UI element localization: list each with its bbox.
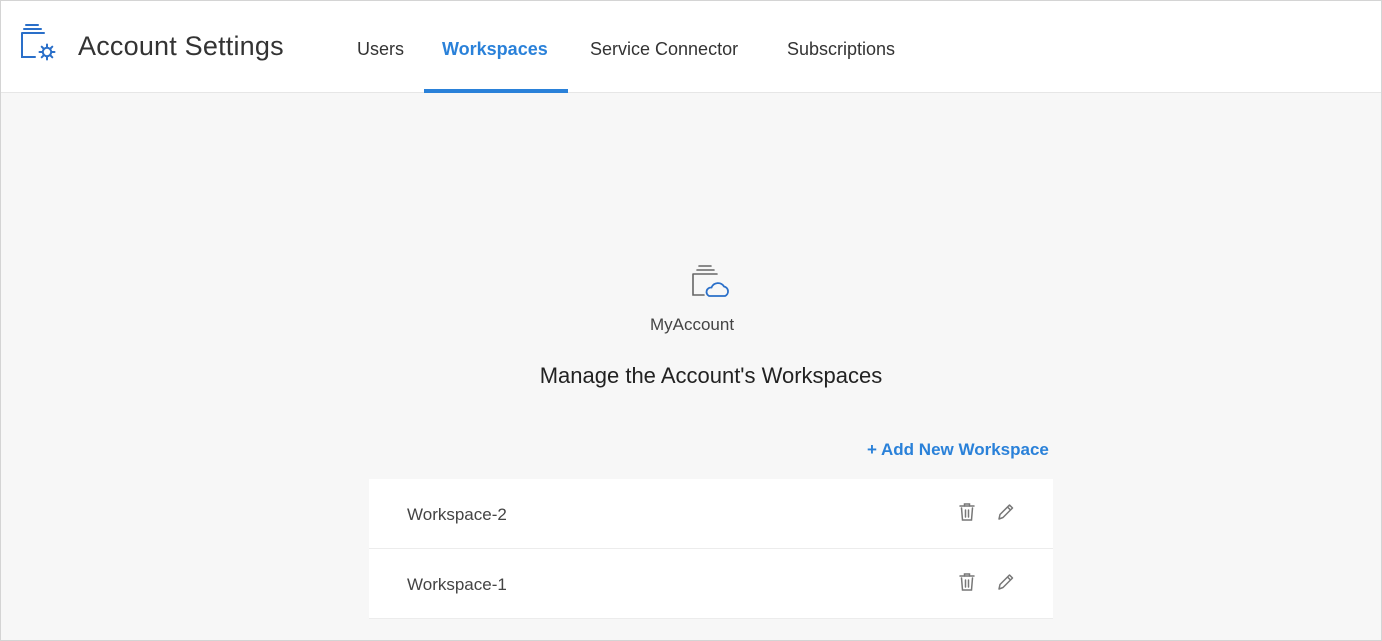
trash-icon[interactable] [957, 501, 977, 523]
trash-icon[interactable] [957, 571, 977, 593]
app-frame: Account Settings Users Workspaces Servic… [0, 0, 1382, 641]
page-title: Account Settings [78, 31, 284, 61]
section-title: Manage the Account's Workspaces [539, 363, 883, 388]
tab-workspaces[interactable]: Workspaces [442, 39, 548, 93]
tab-users[interactable]: Users [357, 39, 404, 93]
workspace-name: Workspace-1 [407, 575, 507, 594]
list-item: Workspace-1 [369, 549, 1053, 619]
workspace-name: Workspace-2 [407, 505, 507, 524]
account-cloud-icon [692, 265, 729, 297]
account-name: MyAccount [649, 315, 735, 334]
pencil-icon[interactable] [996, 501, 1016, 523]
add-new-workspace-link[interactable]: + Add New Workspace [867, 440, 1049, 460]
list-item: Workspace-2 [369, 479, 1053, 549]
tab-subscriptions[interactable]: Subscriptions [787, 39, 895, 93]
pencil-icon[interactable] [996, 571, 1016, 593]
tab-service-connector[interactable]: Service Connector [590, 39, 738, 93]
account-settings-gear-icon [21, 24, 56, 61]
header: Account Settings Users Workspaces Servic… [1, 1, 1381, 93]
active-tab-indicator [424, 89, 568, 93]
workspace-list: Workspace-2 Workspace-1 [369, 479, 1053, 619]
